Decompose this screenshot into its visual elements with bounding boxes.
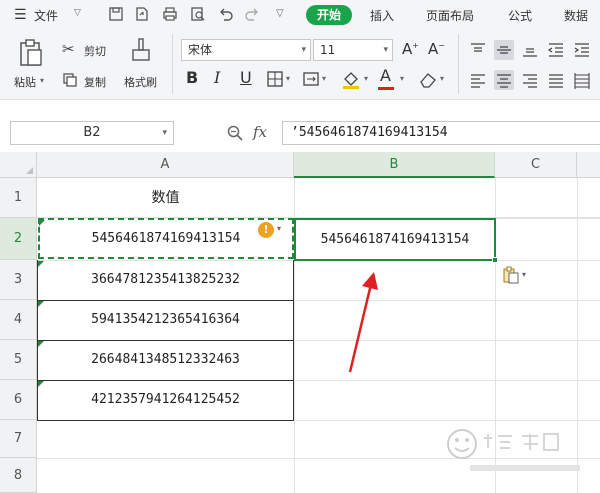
print-preview-icon[interactable] bbox=[190, 6, 206, 22]
align-left-icon[interactable] bbox=[468, 70, 488, 90]
copy-icon[interactable] bbox=[62, 72, 78, 88]
align-top-icon[interactable] bbox=[468, 40, 488, 60]
chevron-down-icon: ▾ bbox=[162, 128, 167, 138]
ribbon-divider bbox=[172, 34, 173, 94]
fx-icon[interactable]: fx bbox=[253, 123, 267, 141]
tab-data[interactable]: 数据 bbox=[564, 7, 588, 24]
align-center-icon[interactable] bbox=[494, 70, 514, 90]
undo-icon[interactable] bbox=[218, 6, 234, 22]
row-header-1[interactable]: 1 bbox=[0, 178, 37, 218]
chevron-down-icon[interactable]: ▾ bbox=[400, 74, 404, 83]
align-right-icon[interactable] bbox=[520, 70, 540, 90]
tab-start[interactable]: 开始 bbox=[306, 5, 352, 25]
paste-options-icon[interactable] bbox=[502, 266, 520, 284]
ribbon-divider bbox=[458, 34, 459, 94]
chevron-down-icon[interactable]: ▾ bbox=[322, 74, 326, 83]
chevron-down-icon[interactable]: ▽ bbox=[74, 8, 81, 18]
name-box-value: B2 bbox=[83, 125, 101, 140]
cell-a4[interactable]: 5941354212365416364 bbox=[37, 300, 294, 340]
cell-a2[interactable]: 5456461874169413154 bbox=[38, 218, 294, 259]
cell-b2-selected[interactable]: 5456461874169413154 bbox=[294, 218, 496, 261]
eraser-icon[interactable] bbox=[418, 70, 438, 88]
menu-file[interactable]: 文件 bbox=[34, 7, 58, 24]
paste-icon[interactable] bbox=[18, 38, 44, 68]
justify-icon[interactable] bbox=[546, 70, 566, 90]
cell-a5[interactable]: 2664841348512332463 bbox=[37, 340, 294, 380]
hamburger-icon[interactable]: ☰ bbox=[14, 7, 27, 23]
copy-button[interactable]: 复制 bbox=[84, 74, 106, 90]
cell-a3[interactable]: 3664781235413825232 bbox=[37, 260, 294, 300]
tab-formulas[interactable]: 公式 bbox=[508, 7, 532, 24]
zoom-search-icon[interactable] bbox=[226, 124, 244, 142]
chevron-down-icon: ▾ bbox=[301, 45, 306, 55]
export-pdf-icon[interactable] bbox=[134, 6, 150, 22]
borders-icon[interactable] bbox=[266, 70, 284, 88]
select-all-corner[interactable] bbox=[0, 152, 37, 178]
select-all-triangle-icon bbox=[26, 167, 33, 174]
column-header-b[interactable]: B bbox=[294, 152, 495, 178]
underline-icon[interactable]: U bbox=[240, 68, 252, 87]
text-number-indicator bbox=[38, 381, 44, 387]
font-name-select[interactable]: 宋体 ▾ bbox=[181, 39, 311, 61]
menu-bar: ☰ 文件 ▽ ▽ 开始 插入 页面布局 公式 数据 bbox=[0, 0, 600, 30]
chevron-down-icon[interactable]: ▾ bbox=[364, 74, 368, 83]
format-painter-button[interactable]: 格式刷 bbox=[124, 74, 157, 90]
font-color-swatch bbox=[378, 87, 394, 90]
column-header-d[interactable] bbox=[577, 152, 600, 178]
increase-font-icon[interactable]: A+ bbox=[402, 40, 419, 58]
row-header-7[interactable]: 7 bbox=[0, 420, 37, 458]
format-painter-icon[interactable] bbox=[130, 36, 152, 66]
fill-color-icon[interactable] bbox=[340, 68, 362, 90]
paste-dropdown-icon[interactable]: ▾ bbox=[40, 76, 44, 85]
formula-input[interactable]: ’5456461874169413154 bbox=[282, 121, 600, 145]
warning-icon[interactable]: ! bbox=[258, 222, 274, 238]
chevron-down-icon: ▾ bbox=[383, 45, 388, 55]
chevron-down-icon[interactable]: ▾ bbox=[277, 224, 281, 233]
ribbon: 粘贴 ▾ ✂ 剪切 复制 格式刷 宋体 ▾ 11 ▾ A+ A− B I U ▾… bbox=[0, 30, 600, 100]
decrease-font-icon[interactable]: A− bbox=[428, 40, 445, 58]
paste-button[interactable]: 粘贴 bbox=[14, 74, 36, 90]
watermark-logo bbox=[447, 429, 580, 471]
row-header-2[interactable]: 2 bbox=[0, 218, 37, 260]
red-arrow-annotation bbox=[348, 272, 378, 373]
italic-icon[interactable]: I bbox=[214, 68, 220, 87]
font-size-select[interactable]: 11 ▾ bbox=[313, 39, 393, 61]
decrease-indent-icon[interactable] bbox=[546, 40, 566, 60]
increase-indent-icon[interactable] bbox=[572, 40, 592, 60]
row-header-5[interactable]: 5 bbox=[0, 340, 37, 380]
save-icon[interactable] bbox=[108, 6, 124, 22]
align-middle-icon[interactable] bbox=[494, 40, 514, 60]
text-number-indicator bbox=[38, 261, 44, 267]
print-icon[interactable] bbox=[162, 6, 178, 22]
bold-icon[interactable]: B bbox=[186, 68, 198, 87]
tab-insert[interactable]: 插入 bbox=[370, 7, 394, 24]
column-header-c[interactable]: C bbox=[495, 152, 577, 178]
row-header-6[interactable]: 6 bbox=[0, 380, 37, 420]
merge-cells-icon[interactable] bbox=[302, 70, 320, 88]
text-number-indicator bbox=[39, 220, 45, 226]
quick-access-more-icon[interactable]: ▽ bbox=[276, 8, 284, 19]
distributed-align-icon[interactable] bbox=[572, 70, 592, 90]
font-size-value: 11 bbox=[320, 43, 336, 57]
chevron-down-icon[interactable]: ▾ bbox=[522, 270, 526, 279]
row-header-3[interactable]: 3 bbox=[0, 260, 37, 300]
name-box[interactable]: B2 ▾ bbox=[10, 121, 174, 145]
text-number-indicator bbox=[38, 341, 44, 347]
align-bottom-icon[interactable] bbox=[520, 40, 540, 60]
row-header-8[interactable]: 8 bbox=[0, 458, 37, 493]
cut-button[interactable]: 剪切 bbox=[84, 43, 106, 59]
scissors-icon[interactable]: ✂ bbox=[62, 40, 75, 58]
text-number-indicator bbox=[38, 301, 44, 307]
font-color-icon[interactable]: A bbox=[380, 66, 391, 85]
cell-a1[interactable]: 数值 bbox=[37, 178, 294, 218]
chevron-down-icon[interactable]: ▾ bbox=[440, 74, 444, 83]
fill-handle[interactable] bbox=[492, 257, 498, 263]
tab-page-layout[interactable]: 页面布局 bbox=[426, 7, 474, 24]
cell-a6[interactable]: 4212357941264125452 bbox=[37, 380, 294, 420]
column-header-a[interactable]: A bbox=[37, 152, 294, 178]
row-header-4[interactable]: 4 bbox=[0, 300, 37, 340]
redo-icon[interactable] bbox=[244, 6, 260, 22]
font-name-value: 宋体 bbox=[188, 43, 213, 57]
chevron-down-icon[interactable]: ▾ bbox=[286, 74, 290, 83]
